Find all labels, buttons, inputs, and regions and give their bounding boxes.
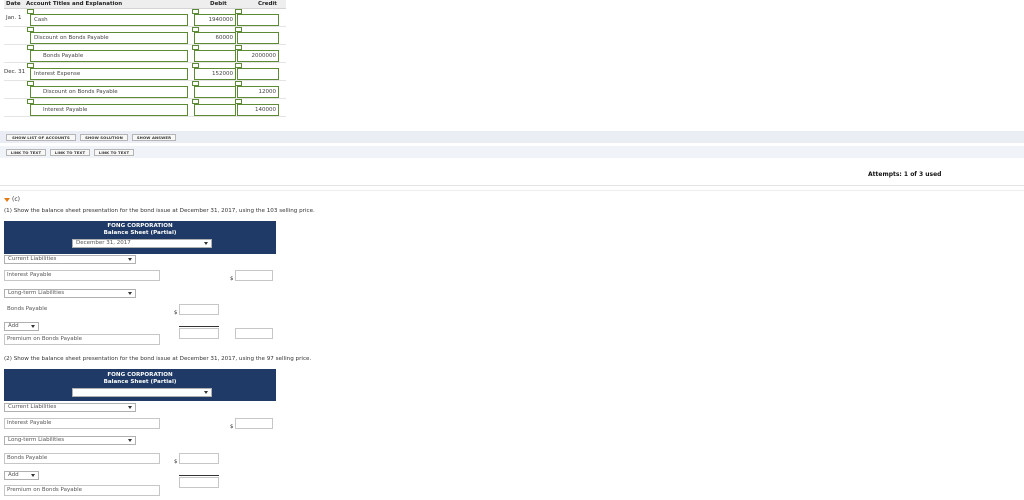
premium-field[interactable]: Premium on Bonds Payable [4, 485, 160, 496]
add-less-select[interactable]: Add [4, 322, 39, 331]
chevron-down-icon [204, 242, 208, 245]
chevron-down-icon [128, 258, 132, 261]
date-dec31: Dec. 31 [4, 69, 26, 75]
debit-field[interactable] [194, 104, 236, 116]
show-list-of-accounts-button[interactable]: SHOW LIST OF ACCOUNTS [6, 134, 76, 141]
bonds-payable-amount[interactable] [179, 453, 219, 464]
collapse-caret-icon[interactable] [4, 198, 10, 202]
credit-field[interactable]: 12000 [237, 86, 279, 98]
attempts-counter: Attempts: 1 of 3 used [868, 171, 942, 178]
credit-field[interactable] [237, 68, 279, 80]
link-to-text-button[interactable]: LINK TO TEXT [50, 149, 90, 156]
account-field[interactable]: Interest Payable [30, 104, 188, 116]
current-liabilities-select[interactable]: Current Liabilities [4, 255, 136, 264]
debit-field[interactable] [194, 86, 236, 98]
account-field[interactable]: Bonds Payable [30, 50, 188, 62]
divider [0, 190, 1024, 191]
interest-payable-amount[interactable] [235, 418, 273, 429]
underline [179, 326, 219, 327]
bonds-payable-label: Bonds Payable [4, 304, 160, 315]
current-liabilities-value: Current Liabilities [8, 256, 57, 262]
link-to-text-button[interactable]: LINK TO TEXT [94, 149, 134, 156]
chevron-down-icon [204, 391, 208, 394]
chevron-down-icon [128, 406, 132, 409]
long-term-liabilities-select[interactable]: Long-term Liabilities [4, 436, 136, 445]
statement-title: Balance Sheet (Partial) [103, 230, 177, 236]
total-amount[interactable] [235, 328, 273, 339]
company-name: FONG CORPORATION [107, 223, 173, 229]
show-solution-button[interactable]: SHOW SOLUTION [80, 134, 128, 141]
debit-field[interactable]: 152000 [194, 68, 236, 80]
link-button-bar: LINK TO TEXT LINK TO TEXT LINK TO TEXT [0, 146, 1024, 158]
chevron-down-icon [31, 325, 35, 328]
chevron-down-icon [128, 439, 132, 442]
dollar-sign: $ [230, 276, 234, 282]
current-liabilities-select[interactable]: Current Liabilities [4, 403, 136, 412]
long-term-liabilities-select[interactable]: Long-term Liabilities [4, 289, 136, 298]
interest-payable-field[interactable]: Interest Payable [4, 270, 160, 281]
add-less-value: Add [8, 323, 19, 329]
link-to-text-button[interactable]: LINK TO TEXT [6, 149, 46, 156]
premium-amount[interactable] [179, 328, 219, 339]
long-term-liabilities-value: Long-term Liabilities [8, 290, 65, 296]
balance-sheet-header-1: FONG CORPORATION Balance Sheet (Partial)… [4, 221, 276, 254]
interest-payable-field[interactable]: Interest Payable [4, 418, 160, 429]
question-2-text: (2) Show the balance sheet presentation … [4, 356, 312, 362]
show-answer-button[interactable]: SHOW ANSWER [132, 134, 176, 141]
header-credit: Credit [258, 1, 277, 7]
account-field[interactable]: Discount on Bonds Payable [30, 32, 188, 44]
account-field[interactable]: Interest Expense [30, 68, 188, 80]
interest-payable-amount[interactable] [235, 270, 273, 281]
chevron-down-icon [128, 292, 132, 295]
credit-field[interactable] [237, 14, 279, 26]
statement-title: Balance Sheet (Partial) [103, 379, 177, 385]
date-select[interactable] [72, 388, 212, 397]
header-date: Date [6, 1, 21, 7]
date-select-value: December 31, 2017 [76, 240, 131, 246]
underline [179, 475, 219, 476]
current-liabilities-value: Current Liabilities [8, 404, 57, 410]
divider [0, 185, 1024, 186]
date-jan1: Jan. 1 [6, 15, 22, 21]
bonds-payable-amount[interactable] [179, 304, 219, 315]
header-account: Account Titles and Explanation [26, 1, 123, 7]
dollar-sign: $ [174, 310, 178, 316]
debit-field[interactable]: 1940000 [194, 14, 236, 26]
part-c-label: (c) [12, 196, 20, 203]
solution-button-bar: SHOW LIST OF ACCOUNTS SHOW SOLUTION SHOW… [0, 131, 1024, 143]
premium-amount[interactable] [179, 477, 219, 488]
premium-field[interactable]: Premium on Bonds Payable [4, 334, 160, 345]
credit-field[interactable] [237, 32, 279, 44]
question-1-text: (1) Show the balance sheet presentation … [4, 208, 315, 214]
company-name: FONG CORPORATION [107, 372, 173, 378]
bonds-payable-field[interactable]: Bonds Payable [4, 453, 160, 464]
account-field[interactable]: Discount on Bonds Payable [30, 86, 188, 98]
add-less-value: Add [8, 472, 19, 478]
credit-field[interactable]: 2000000 [237, 50, 279, 62]
header-debit: Debit [210, 1, 227, 7]
account-field[interactable]: Cash [30, 14, 188, 26]
balance-sheet-header-2: FONG CORPORATION Balance Sheet (Partial) [4, 369, 276, 401]
credit-field[interactable]: 140000 [237, 104, 279, 116]
journal-header: Date Account Titles and Explanation Debi… [4, 0, 286, 9]
long-term-liabilities-value: Long-term Liabilities [8, 437, 65, 443]
dollar-sign: $ [174, 459, 178, 465]
debit-field[interactable]: 60000 [194, 32, 236, 44]
debit-field[interactable] [194, 50, 236, 62]
journal-entry-table: Date Account Titles and Explanation Debi… [4, 0, 286, 124]
add-less-select[interactable]: Add [4, 471, 39, 480]
dollar-sign: $ [230, 424, 234, 430]
chevron-down-icon [31, 474, 35, 477]
date-select[interactable]: December 31, 2017 [72, 239, 212, 248]
